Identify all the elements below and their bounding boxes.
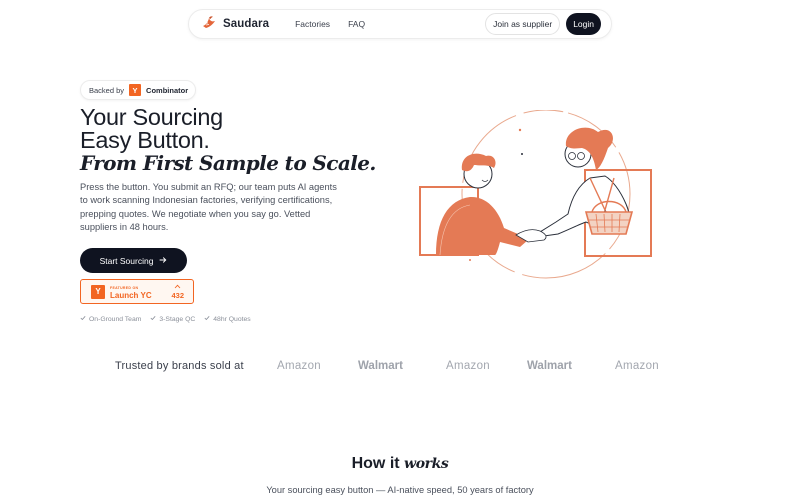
launch-yc-badge[interactable]: Y FEATURED ON Launch YC 432 [80,279,194,304]
trusted-label: Trusted by brands sold at [115,360,244,372]
brand-logo-walmart: Walmart [358,360,403,372]
arrow-right-icon [159,256,167,266]
nav-link-factories[interactable]: Factories [295,19,330,29]
backed-by-badge: Backed by Y Combinator [80,80,197,100]
yc-logo-icon: Y [129,84,142,96]
feature-item: 3-Stage QC [150,315,195,323]
check-icon [150,315,156,323]
bird-logo-icon [201,14,217,35]
check-icon [204,315,210,323]
brand-logo-amazon: Amazon [615,360,659,372]
launch-yc-label: Launch YC [110,290,152,300]
hero-description: Press the button. You submit an RFQ; our… [80,182,337,232]
top-navbar: Saudara Factories FAQ Join as supplier L… [188,9,612,39]
feature-label: 48hr Quotes [213,315,251,323]
trusted-by-row: Trusted by brands sold at Amazon Walmart… [0,356,800,378]
handshake-illustration [400,109,670,290]
launch-vote-count: 432 [171,290,184,300]
brand-logo-amazon: Amazon [446,360,490,372]
brand-logo-amazon: Amazon [277,360,321,372]
badge-prefix: Backed by [89,85,125,95]
how-it-works-subtitle: Your sourcing easy button — AI-native sp… [266,485,534,495]
feature-label: 3-Stage QC [159,315,196,323]
feature-item: 48hr Quotes [204,315,251,323]
hero-title-italic: From First Sample to Scale. [80,151,376,175]
how-it-works-title: How it works [0,455,800,473]
brand-logo-walmart: Walmart [527,360,572,372]
brand[interactable]: Saudara [201,14,269,35]
nav-link-faq[interactable]: FAQ [348,19,365,29]
yc-logo-icon: Y [91,284,105,299]
check-icon [80,315,86,323]
badge-name: Combinator [146,85,189,95]
login-button[interactable]: Login [566,13,601,35]
hero-title-line2: Easy Button. [80,127,210,153]
hero-title: Your Sourcing Easy Button. From First Sa… [80,104,380,175]
feature-item: On-Ground Team [80,315,141,323]
join-as-supplier-button[interactable]: Join as supplier [485,13,561,35]
brand-name: Saudara [223,18,270,30]
start-sourcing-label: Start Sourcing [99,255,154,266]
how-title-italic: works [404,456,449,472]
start-sourcing-button[interactable]: Start Sourcing [80,248,187,273]
features-row: On-Ground Team 3-Stage QC 48hr Quotes [80,315,251,323]
feature-label: On-Ground Team [89,315,142,323]
hero-title-line1: Your Sourcing [80,104,223,130]
how-title-plain: How it [351,455,400,472]
